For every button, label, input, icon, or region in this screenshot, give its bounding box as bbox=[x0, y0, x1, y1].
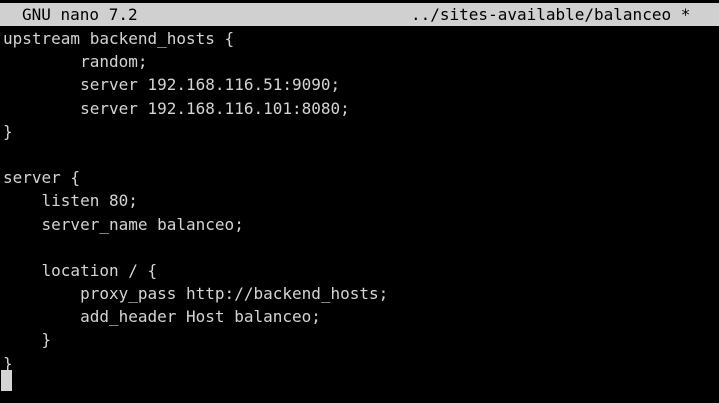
code-line[interactable]: listen 80; bbox=[3, 189, 717, 212]
code-line[interactable]: server_name balanceo; bbox=[3, 213, 717, 236]
app-name: GNU nano 7.2 bbox=[22, 5, 138, 24]
code-line[interactable]: upstream backend_hosts { bbox=[3, 27, 717, 50]
editor-area[interactable]: upstream backend_hosts { random; server … bbox=[3, 27, 717, 397]
code-line[interactable] bbox=[3, 143, 717, 166]
code-line[interactable]: add_header Host balanceo; bbox=[3, 305, 717, 328]
code-line[interactable] bbox=[3, 236, 717, 259]
code-line[interactable]: } bbox=[3, 352, 717, 375]
code-line[interactable]: server { bbox=[3, 166, 717, 189]
file-name: ../sites-available/balanceo * bbox=[411, 5, 691, 24]
text-cursor bbox=[1, 370, 12, 391]
code-line[interactable]: location / { bbox=[3, 259, 717, 282]
code-line[interactable]: } bbox=[3, 120, 717, 143]
title-bar: GNU nano 7.2 ../sites-available/balanceo… bbox=[0, 3, 719, 26]
code-line[interactable]: } bbox=[3, 328, 717, 351]
code-line[interactable]: proxy_pass http://backend_hosts; bbox=[3, 282, 717, 305]
code-line[interactable]: server 192.168.116.51:9090; bbox=[3, 73, 717, 96]
code-line[interactable]: random; bbox=[3, 50, 717, 73]
code-line[interactable]: server 192.168.116.101:8080; bbox=[3, 97, 717, 120]
